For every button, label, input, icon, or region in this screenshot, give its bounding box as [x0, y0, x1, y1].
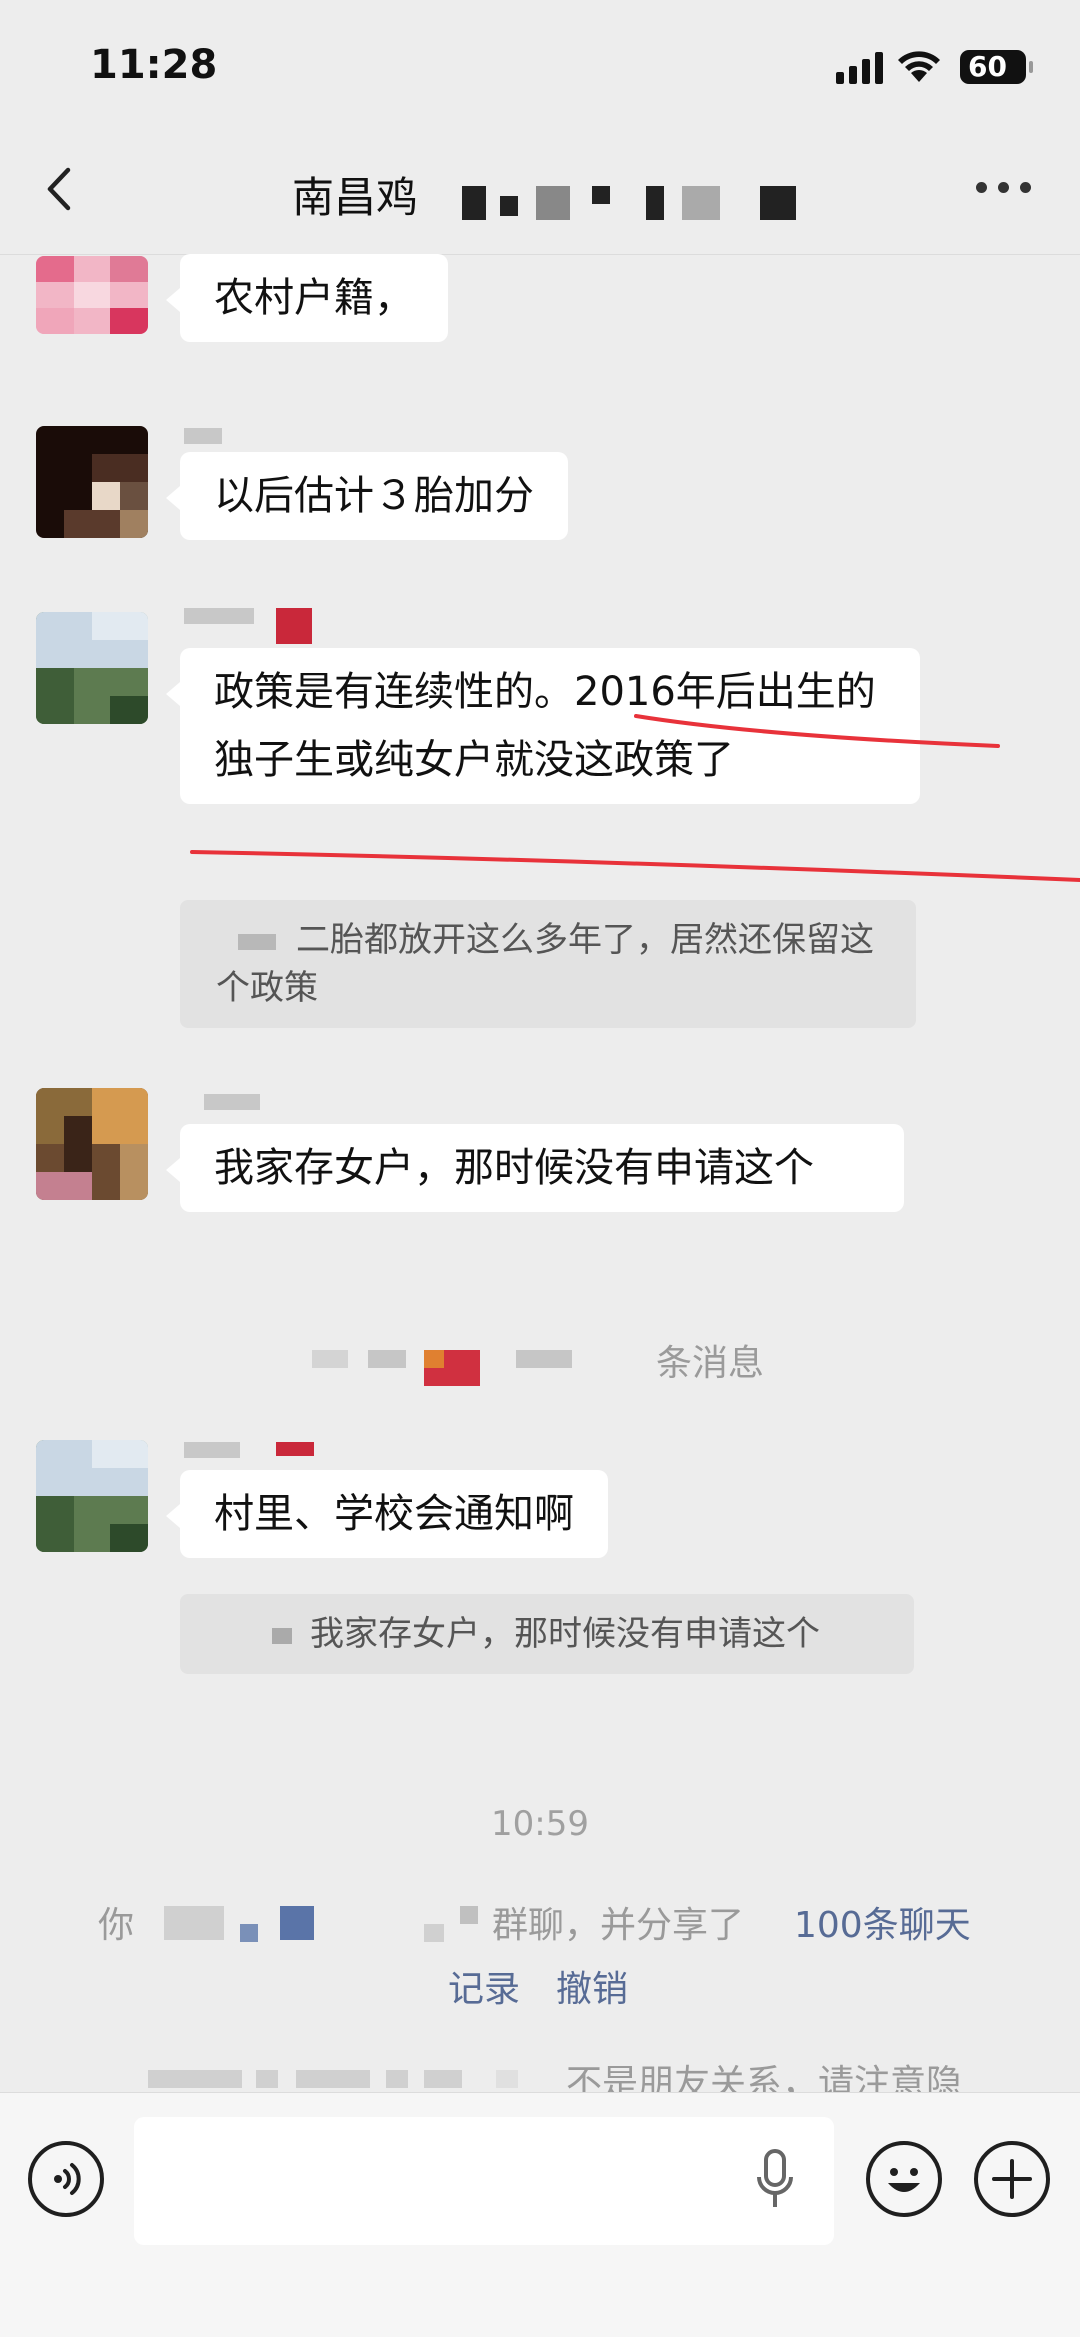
- plus-icon[interactable]: [974, 2141, 1050, 2217]
- shared-records-link-cont[interactable]: 记录: [448, 1960, 520, 2012]
- quoted-message[interactable]: 二胎都放开这么多年了，居然还保留这个政策: [180, 900, 916, 1028]
- avatar[interactable]: [36, 1088, 148, 1200]
- voice-mode-icon[interactable]: [28, 2141, 104, 2217]
- sender-name: [204, 1094, 260, 1110]
- quoted-sender: [238, 933, 276, 950]
- message-bubble[interactable]: 我家存女户，那时候没有申请这个: [166, 1124, 904, 1212]
- quoted-message[interactable]: 我家存女户，那时候没有申请这个: [180, 1594, 914, 1674]
- input-bar: [0, 2092, 1080, 2337]
- undo-link[interactable]: 撤销: [556, 1960, 628, 2012]
- message-input[interactable]: [134, 2117, 834, 2245]
- quoted-sender: [272, 1627, 292, 1644]
- microphone-icon[interactable]: [756, 2149, 794, 2211]
- timestamp: 10:59: [491, 1804, 589, 1844]
- shared-records-link[interactable]: 100条聊天: [794, 1896, 971, 1948]
- avatar[interactable]: [36, 1440, 148, 1552]
- message-bubble[interactable]: 村里、学校会通知啊: [166, 1470, 608, 1558]
- emoji-icon[interactable]: [866, 2141, 942, 2217]
